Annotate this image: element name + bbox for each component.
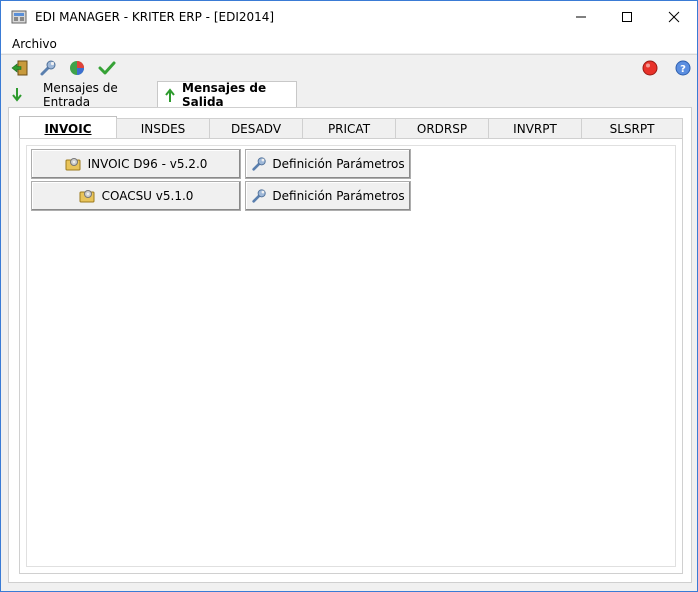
tab-slsrpt[interactable]: SLSRPT [581, 118, 683, 139]
app-icon [11, 9, 27, 25]
button-label: INVOIC D96 - v5.2.0 [87, 157, 208, 171]
help-icon[interactable]: ? [674, 59, 692, 77]
exit-icon[interactable] [11, 59, 29, 77]
pie-chart-icon[interactable] [68, 59, 86, 77]
wrench-icon[interactable] [39, 59, 57, 77]
definicion-parametros-button-2[interactable]: Definición Parámetros [245, 181, 411, 211]
coacsu-button[interactable]: COACSU v5.1.0 [31, 181, 241, 211]
button-label: Definición Parámetros [272, 189, 405, 203]
tab-invrpt[interactable]: INVRPT [488, 118, 582, 139]
tab-label: INVOIC [44, 121, 92, 136]
tab-ordrsp[interactable]: ORDRSP [395, 118, 489, 139]
tab-insdes[interactable]: INSDES [116, 118, 210, 139]
tab-label: Mensajes de Entrada [43, 81, 118, 109]
tab-label: PRICAT [327, 122, 371, 136]
svg-text:?: ? [680, 64, 686, 75]
tab-label: DESADV [230, 122, 282, 136]
gear-folder-icon [65, 156, 83, 172]
button-label: COACSU v5.1.0 [101, 189, 194, 203]
close-button[interactable] [651, 1, 697, 33]
outer-tab-strip: Mensajes de Entrada Mensajes de Salida [1, 81, 697, 109]
minimize-button[interactable] [558, 1, 604, 33]
gear-folder-icon [79, 188, 97, 204]
green-down-arrow-icon [11, 87, 23, 103]
tab-pricat[interactable]: PRICAT [302, 118, 396, 139]
wrench-icon [251, 188, 267, 204]
invoic-panel: INVOIC D96 - v5.2.0 Definición Parámetro… [19, 138, 683, 574]
tab-label: SLSRPT [609, 122, 655, 136]
title-bar: EDI MANAGER - KRITER ERP - [EDI2014] [1, 1, 697, 33]
tab-invoic[interactable]: INVOIC [19, 116, 117, 140]
window-title: EDI MANAGER - KRITER ERP - [EDI2014] [35, 10, 275, 24]
toolbar: ? [1, 54, 697, 81]
tab-label: INVRPT [513, 122, 557, 136]
tab-mensajes-entrada[interactable]: Mensajes de Entrada [11, 81, 153, 109]
red-record-icon[interactable] [641, 59, 659, 77]
tab-content-panel: INVOIC INSDES DESADV PRICAT ORDRSP INVRP… [8, 107, 692, 583]
invoic-d96-button[interactable]: INVOIC D96 - v5.2.0 [31, 149, 241, 179]
tab-label: ORDRSP [416, 122, 468, 136]
tab-label: Mensajes de Salida [182, 81, 267, 109]
green-up-arrow-icon [164, 87, 176, 103]
button-label: Definición Parámetros [272, 157, 405, 171]
wrench-icon [251, 156, 267, 172]
tab-mensajes-salida[interactable]: Mensajes de Salida [157, 81, 297, 109]
inner-tab-strip: INVOIC INSDES DESADV PRICAT ORDRSP INVRP… [19, 116, 683, 140]
tab-desadv[interactable]: DESADV [209, 118, 303, 139]
maximize-button[interactable] [604, 1, 650, 33]
button-area: INVOIC D96 - v5.2.0 Definición Parámetro… [26, 145, 676, 567]
tab-label: INSDES [140, 122, 186, 136]
app-window: EDI MANAGER - KRITER ERP - [EDI2014] Arc… [0, 0, 698, 592]
menu-bar: Archivo [1, 33, 697, 53]
menu-archivo[interactable]: Archivo [12, 37, 57, 51]
definicion-parametros-button-1[interactable]: Definición Parámetros [245, 149, 411, 179]
checkmark-icon[interactable] [98, 59, 116, 77]
